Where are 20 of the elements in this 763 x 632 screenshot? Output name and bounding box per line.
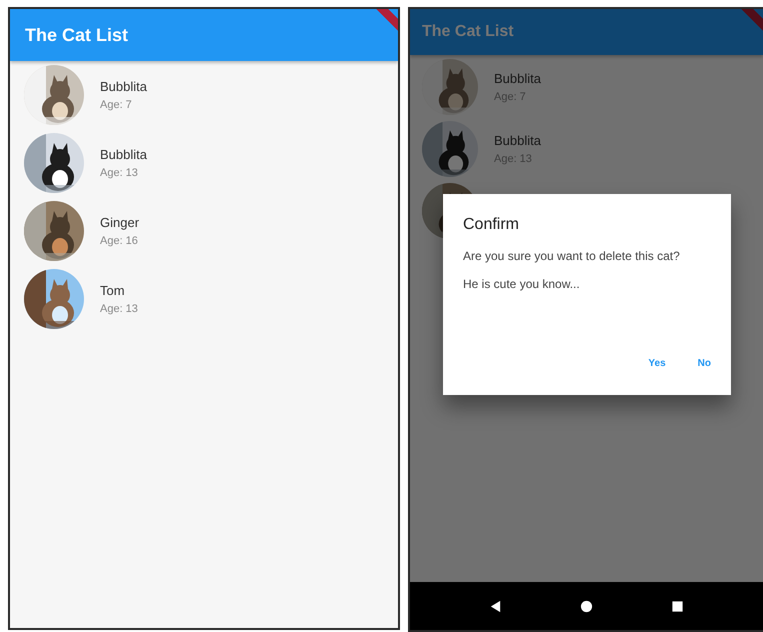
dialog-button[interactable]: No bbox=[692, 354, 717, 373]
recents-icon[interactable] bbox=[671, 600, 684, 612]
dialog-text: He is cute you know... bbox=[463, 276, 581, 292]
dialog-text: Are you sure you want to delete this cat? bbox=[463, 248, 681, 264]
cat-name: Ginger bbox=[100, 215, 140, 230]
cat-age: Age: 7 bbox=[100, 99, 133, 111]
cat-name: Bubblita bbox=[494, 71, 541, 86]
cat-name: Bubblita bbox=[494, 133, 541, 148]
cat-name: Bubblita bbox=[100, 147, 147, 162]
app-title: The Cat List bbox=[25, 24, 128, 46]
cat-age: Age: 13 bbox=[100, 303, 138, 315]
cat-age: Age: 13 bbox=[100, 167, 139, 179]
app-title: The Cat List bbox=[422, 23, 514, 41]
cat-name: Tom bbox=[100, 283, 126, 298]
dialog-button[interactable]: Yes bbox=[642, 354, 672, 373]
cat-age: Age: 16 bbox=[100, 235, 139, 247]
dialog-title: Confirm bbox=[463, 216, 520, 234]
cat-name: Bubblita bbox=[100, 79, 147, 94]
back-icon[interactable] bbox=[489, 600, 502, 612]
home-icon[interactable] bbox=[580, 600, 593, 612]
